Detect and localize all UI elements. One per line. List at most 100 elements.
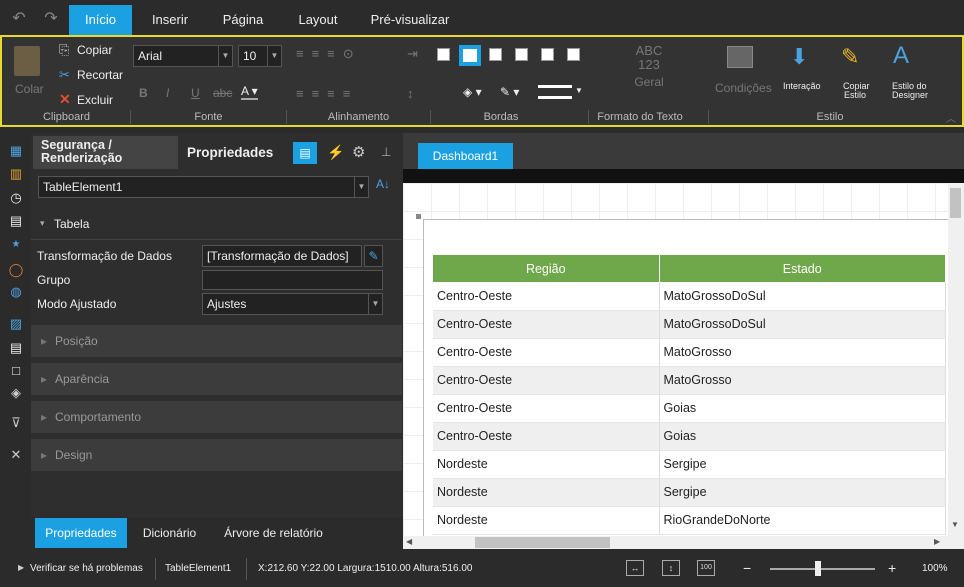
interaction-button[interactable]: Interação <box>783 81 821 91</box>
fit-mode-select[interactable]: Ajustes ▼ <box>202 293 383 315</box>
align-top-icons[interactable]: ≡≡≡⊙ <box>296 46 362 62</box>
data-table[interactable]: Região Estado Centro-Oeste MatoGrossoDoSu… <box>433 255 946 535</box>
column-header-region[interactable]: Região <box>433 255 660 282</box>
tab-dashboard1[interactable]: Dashboard1 <box>418 143 513 169</box>
bottom-tab-dictionary[interactable]: Dicionário <box>137 518 202 548</box>
tools-icon[interactable]: ✕ <box>8 447 24 463</box>
wrap-icon[interactable]: ⇥ <box>407 46 418 62</box>
column-header-state[interactable]: Estado <box>659 255 946 282</box>
font-family-select[interactable]: Arial ▼ <box>133 45 233 67</box>
border-style-dropdown-icon[interactable]: ▼ <box>575 86 583 95</box>
paste-button[interactable]: Colar <box>15 82 44 96</box>
chart-icon[interactable]: ▥ <box>8 166 24 182</box>
table-row[interactable]: Centro-Oeste MatoGrosso <box>433 366 946 395</box>
pivot-icon[interactable]: ▤ <box>8 213 24 229</box>
zoom-out-button[interactable]: − <box>743 560 751 576</box>
zoom-in-button[interactable]: + <box>888 560 896 576</box>
border-all-icon[interactable] <box>459 45 481 66</box>
vertical-scroll-thumb[interactable] <box>950 188 961 218</box>
redo-icon[interactable]: ↷ <box>42 10 60 28</box>
table-row[interactable]: Nordeste RioGrandeDoNorte <box>433 506 946 535</box>
data-transform-field[interactable]: [Transformação de Dados] <box>202 245 362 267</box>
fill-color-icon[interactable]: ◈ ▾ <box>463 85 482 99</box>
section-behavior[interactable]: Comportamento <box>31 401 402 433</box>
horizontal-scroll-thumb[interactable] <box>475 537 610 548</box>
actual-size-icon[interactable]: 100 <box>697 560 715 576</box>
vertical-scrollbar[interactable] <box>948 183 964 536</box>
table-row[interactable]: Centro-Oeste MatoGrosso <box>433 338 946 367</box>
copy-button[interactable]: Copiar <box>77 43 112 57</box>
designer-style-label-2[interactable]: Designer <box>892 90 928 100</box>
border-right-icon[interactable] <box>541 48 554 61</box>
bold-icon[interactable]: B <box>139 86 148 100</box>
tab-inicio[interactable]: Início <box>69 5 132 35</box>
map-icon[interactable]: ◍ <box>8 284 24 300</box>
tab-inserir[interactable]: Inserir <box>140 5 200 35</box>
italic-icon[interactable]: I <box>166 86 169 100</box>
conditions-button[interactable]: Condições <box>715 81 772 95</box>
border-none-icon[interactable] <box>437 48 450 61</box>
section-appearance[interactable]: Aparência <box>31 363 402 395</box>
border-left-icon[interactable] <box>489 48 502 61</box>
zoom-slider-handle[interactable] <box>815 561 821 576</box>
indicator-icon[interactable]: ★ <box>8 237 24 253</box>
copy-style-label-2[interactable]: Estilo <box>844 90 866 100</box>
border-bottom-icon[interactable] <box>567 48 580 61</box>
table-icon[interactable]: ▦ <box>8 143 24 159</box>
properties-icon[interactable]: ▤ <box>293 142 317 164</box>
check-issues-button[interactable]: Verificar se há problemas <box>30 563 143 574</box>
chevron-down-icon: ▾ <box>40 218 45 228</box>
cut-button[interactable]: Recortar <box>77 68 123 82</box>
table-row[interactable]: Centro-Oeste MatoGrossoDoSul <box>433 282 946 311</box>
underline-icon[interactable]: U <box>191 86 200 100</box>
table-row[interactable]: Nordeste Sergipe <box>433 478 946 507</box>
fit-width-icon[interactable]: ↔ <box>626 560 644 576</box>
section-design[interactable]: Design <box>31 439 402 471</box>
events-icon[interactable]: ⚡ <box>327 144 344 161</box>
status-coordinates: X:212.60 Y:22.00 Largura:1510.00 Altura:… <box>258 563 473 574</box>
tab-pre-visualizar[interactable]: Pré-visualizar <box>362 5 458 35</box>
gear-icon[interactable]: ⚙ <box>352 143 365 161</box>
border-color-icon[interactable]: ✎ ▾ <box>500 85 519 99</box>
resize-handle[interactable] <box>416 214 421 219</box>
section-position[interactable]: Posição <box>31 325 402 357</box>
table-row[interactable]: Centro-Oeste MatoGrossoDoSul <box>433 310 946 339</box>
panel-icon[interactable]: □ <box>8 363 24 379</box>
scroll-right-icon[interactable]: ▶ <box>934 537 940 546</box>
filter-icon[interactable]: ⊽ <box>8 415 24 431</box>
scroll-left-icon[interactable]: ◀ <box>406 537 412 546</box>
scroll-down-icon[interactable]: ▼ <box>951 520 959 529</box>
line-spacing-icon[interactable]: ↕ <box>407 86 414 101</box>
paste-icon[interactable] <box>14 46 40 76</box>
progress-icon[interactable]: ◯ <box>8 262 24 278</box>
shape-icon[interactable]: ◈ <box>8 385 24 401</box>
strikethrough-icon[interactable]: abc <box>213 86 232 100</box>
fit-page-icon[interactable]: ↕ <box>662 560 680 576</box>
tab-pagina[interactable]: Página <box>212 5 274 35</box>
border-top-icon[interactable] <box>515 48 528 61</box>
tab-properties[interactable]: Propriedades <box>187 145 273 160</box>
group-style: Estilo <box>816 111 844 123</box>
font-color-icon[interactable]: A ▾ <box>241 84 258 100</box>
pin-icon[interactable]: ⊥ <box>381 145 391 159</box>
image-icon[interactable]: ▨ <box>8 316 24 332</box>
bottom-tab-report-tree[interactable]: Árvore de relatório <box>216 518 331 548</box>
zoom-slider[interactable] <box>770 568 875 570</box>
bottom-tab-properties[interactable]: Propriedades <box>35 518 127 548</box>
text-icon[interactable]: ▤ <box>8 340 24 356</box>
table-row[interactable]: Nordeste Sergipe <box>433 450 946 479</box>
text-format-button[interactable]: Geral <box>633 75 665 89</box>
font-size-select[interactable]: 10 ▼ <box>238 45 282 67</box>
delete-button[interactable]: Excluir <box>77 93 113 107</box>
gauge-icon[interactable]: ◷ <box>8 190 24 206</box>
element-selector[interactable]: TableElement1 ▼ <box>38 176 369 198</box>
undo-icon[interactable]: ↶ <box>10 10 28 28</box>
table-row[interactable]: Centro-Oeste Goias <box>433 422 946 451</box>
group-field[interactable] <box>202 270 383 290</box>
align-horizontal-icons[interactable]: ≡≡≡≡ <box>296 86 358 101</box>
sort-icon[interactable]: A↓ <box>376 177 390 191</box>
border-style-icon[interactable] <box>538 85 572 99</box>
edit-icon[interactable]: ✎ <box>364 245 383 267</box>
tab-layout[interactable]: Layout <box>288 5 348 35</box>
table-row[interactable]: Centro-Oeste Goias <box>433 394 946 423</box>
